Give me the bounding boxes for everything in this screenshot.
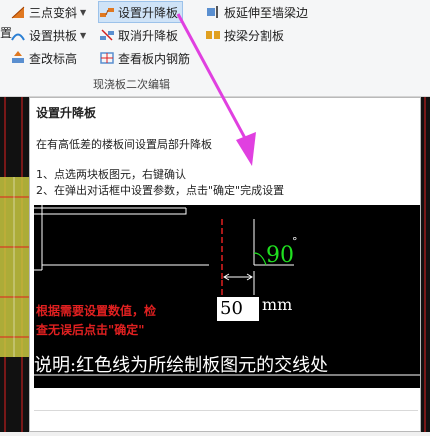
tooltip-description: 在有高低差的楼板间设置局部升降板: [36, 138, 212, 151]
offset-input-preview: 50: [217, 297, 259, 321]
three-point-slope-button[interactable]: 三点变斜 ▼: [10, 2, 86, 22]
view-slab-rebar-button[interactable]: 查看板内钢筋: [99, 48, 190, 68]
cancel-lift-slab-button[interactable]: 取消升降板: [99, 25, 178, 45]
tooltip-divider: [34, 410, 418, 411]
extend-slab-to-wall-label: 板延伸至墙梁边: [224, 5, 309, 20]
rebar-icon: [99, 50, 115, 66]
cad-canvas-right[interactable]: [421, 97, 430, 432]
tooltip-step-2: 2、在弹出对话框中设置参数，点击"确定"完成设置: [36, 184, 285, 197]
callout-line-2: 查无误后点击"确定": [36, 323, 145, 337]
split-slab-icon: [205, 27, 221, 43]
set-lift-slab-button[interactable]: 设置升降板: [98, 1, 184, 23]
tooltip-step-1: 1、点选两块板图元，右键确认: [36, 168, 186, 181]
callout-text: 根据需要设置数值，检 查无误后点击"确定": [36, 302, 196, 340]
arch-slab-icon: [10, 27, 26, 43]
split-by-beam-button[interactable]: 按梁分割板: [205, 25, 284, 45]
check-elevation-button[interactable]: 查改标高: [10, 48, 77, 68]
ribbon-toolbar: 置 三点变斜 ▼ 设置拱板 ▼ 查改标高 设置升降板 取消升降板 查看板内钢筋 …: [0, 0, 430, 97]
slope-icon: [10, 4, 26, 20]
tooltip-set-lift-slab: 设置升降板 在有高低差的楼板间设置局部升降板 1、点选两块板图元，右键确认 2、…: [29, 97, 421, 432]
cancel-lift-slab-icon: [99, 27, 115, 43]
cad-canvas-left[interactable]: [0, 97, 29, 432]
degree-mark: °: [292, 235, 298, 248]
angle-value: 90: [266, 243, 294, 268]
unit-label: mm: [262, 295, 293, 314]
set-arch-slab-label: 设置拱板: [29, 28, 78, 43]
check-elevation-label: 查改标高: [29, 51, 78, 66]
set-lift-slab-label: 设置升降板: [118, 5, 179, 20]
extend-slab-to-wall-button[interactable]: 板延伸至墙梁边: [205, 2, 308, 22]
tooltip-preview-image: 90 ° 50 mm 根据需要设置数值，检 查无误后点击"确定" 说明:红色线为…: [34, 205, 420, 388]
extend-slab-icon: [205, 4, 221, 20]
preview-caption: 说明:红色线为所绘制板图元的交线处: [34, 355, 329, 376]
elevation-icon: [10, 50, 26, 66]
view-slab-rebar-label: 查看板内钢筋: [118, 51, 191, 66]
three-point-slope-label: 三点变斜: [29, 5, 78, 20]
lift-slab-icon: [99, 4, 115, 20]
dropdown-arrow-icon[interactable]: ▼: [80, 8, 86, 17]
set-arch-slab-button[interactable]: 设置拱板 ▼: [10, 25, 86, 45]
dropdown-arrow-icon[interactable]: ▼: [80, 31, 86, 40]
ribbon-group-label: 现浇板二次编辑: [93, 78, 170, 91]
callout-line-1: 根据需要设置数值，检: [36, 304, 157, 318]
cancel-lift-slab-label: 取消升降板: [118, 28, 179, 43]
tooltip-title: 设置升降板: [36, 106, 97, 120]
split-by-beam-label: 按梁分割板: [224, 28, 285, 43]
